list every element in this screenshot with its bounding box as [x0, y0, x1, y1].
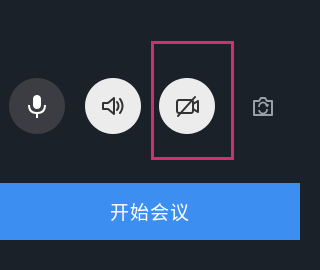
speaker-icon — [99, 92, 127, 120]
start-meeting-button[interactable]: 开始会议 — [0, 183, 300, 240]
speaker-button[interactable] — [85, 78, 141, 134]
microphone-button[interactable] — [9, 78, 65, 134]
switch-camera-icon — [249, 92, 277, 120]
microphone-icon — [23, 92, 51, 120]
meeting-controls — [0, 0, 300, 180]
switch-camera-button[interactable] — [247, 90, 279, 122]
bottom-bar — [0, 240, 300, 270]
camera-off-icon — [173, 92, 201, 120]
camera-toggle-button[interactable] — [159, 78, 215, 134]
start-meeting-label: 开始会议 — [109, 202, 190, 224]
